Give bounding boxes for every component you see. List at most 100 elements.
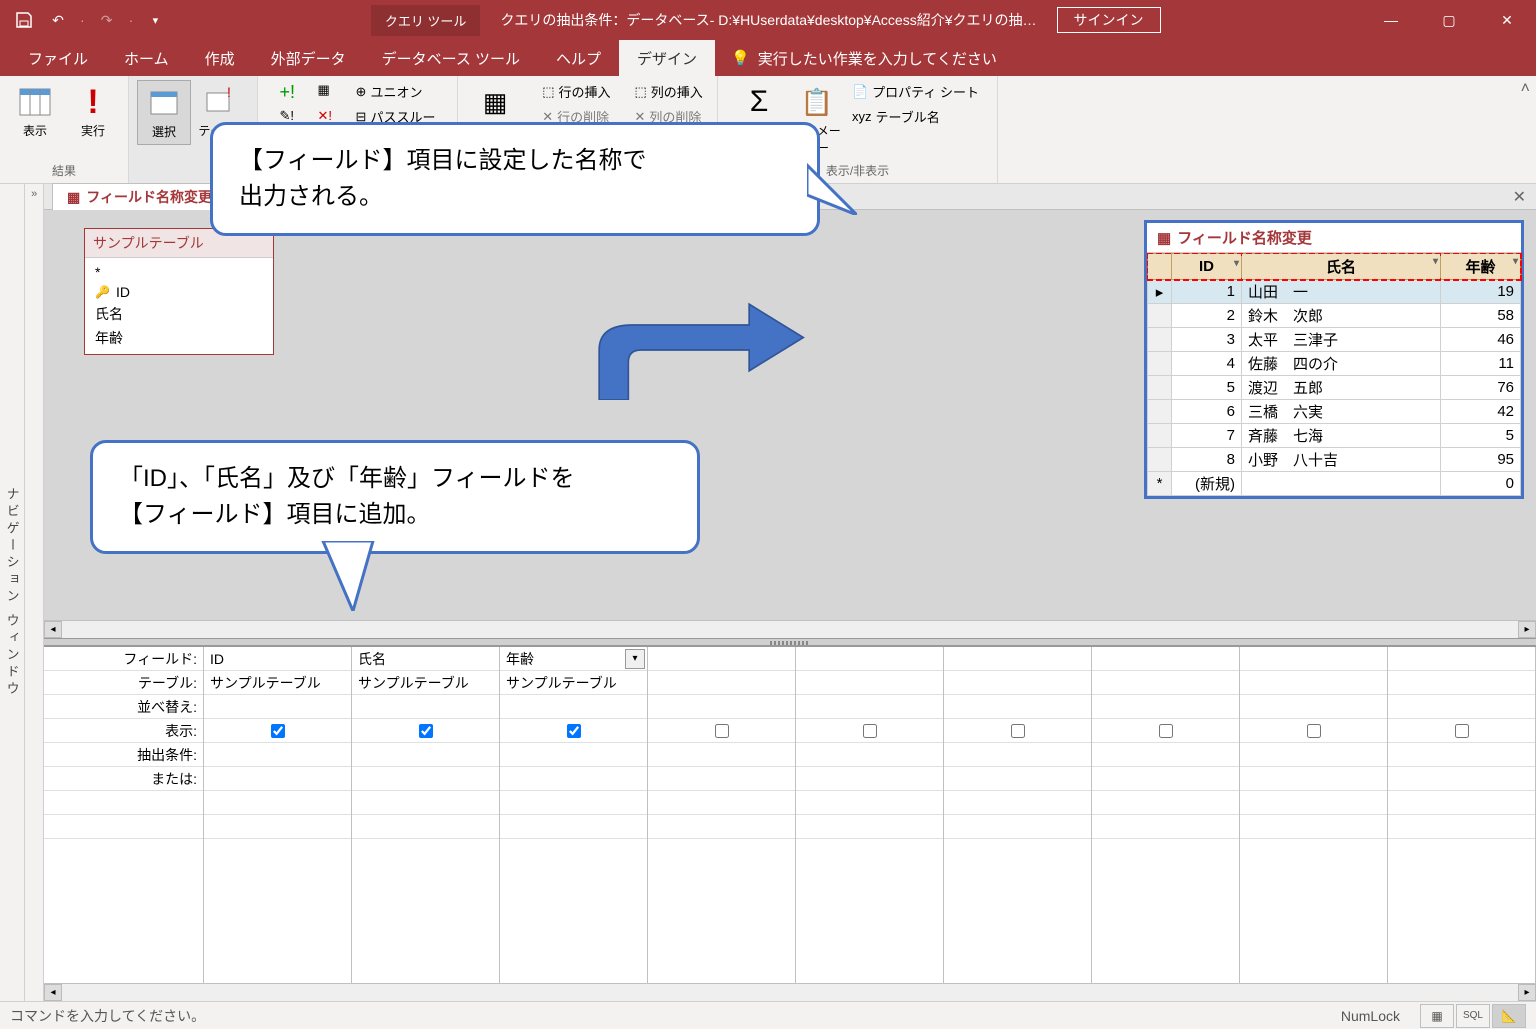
redo-icon[interactable]: ↷ — [91, 4, 123, 36]
field-cell[interactable]: 年齢 — [500, 647, 647, 671]
table-cell[interactable] — [1240, 671, 1387, 695]
tab-external[interactable]: 外部データ — [253, 40, 364, 77]
or-cell[interactable] — [204, 767, 351, 791]
criteria-cell[interactable] — [796, 743, 943, 767]
show-cell[interactable] — [1092, 719, 1239, 743]
design-view-icon[interactable]: 📐 — [1492, 1004, 1526, 1028]
view-button[interactable]: 表示 — [8, 80, 62, 143]
grid-column[interactable] — [944, 647, 1092, 983]
nav-pane-collapsed[interactable]: ナビゲーション ウィンドウ — [0, 184, 25, 1001]
show-cell[interactable] — [796, 719, 943, 743]
field-cell[interactable] — [1388, 647, 1535, 671]
maximize-icon[interactable]: ▢ — [1420, 0, 1478, 40]
show-cell[interactable] — [648, 719, 795, 743]
close-icon[interactable]: ✕ — [1478, 0, 1536, 40]
scroll-right-icon[interactable]: ▸ — [1518, 984, 1536, 1001]
canvas-scrollbar[interactable]: ◂ ▸ — [44, 620, 1536, 638]
show-checkbox[interactable] — [863, 724, 877, 738]
table-names-button[interactable]: xyzテーブル名 — [848, 105, 983, 128]
show-checkbox[interactable] — [1455, 724, 1469, 738]
field-cell[interactable]: 氏名 — [352, 647, 499, 671]
scroll-left-icon[interactable]: ◂ — [44, 621, 62, 638]
or-cell[interactable] — [1240, 767, 1387, 791]
grid-column[interactable]: 氏名 サンプルテーブル — [352, 647, 500, 983]
query-tab[interactable]: ▦ フィールド名称変更 — [52, 183, 227, 210]
field-cell[interactable] — [796, 647, 943, 671]
criteria-cell[interactable] — [648, 743, 795, 767]
sort-cell[interactable] — [1388, 695, 1535, 719]
show-table-button[interactable]: ▦ — [468, 80, 522, 124]
criteria-cell[interactable] — [1388, 743, 1535, 767]
table-cell[interactable]: サンプルテーブル — [352, 671, 499, 695]
table-row[interactable]: 6三橋 六実42 — [1148, 400, 1521, 424]
field-id[interactable]: 🔑ID — [85, 282, 273, 302]
select-query-button[interactable]: 選択 — [137, 80, 191, 145]
table-cell[interactable] — [1388, 671, 1535, 695]
grid-column[interactable] — [1092, 647, 1240, 983]
property-sheet-button[interactable]: 📄プロパティ シート — [848, 80, 983, 103]
show-checkbox[interactable] — [1307, 724, 1321, 738]
show-checkbox[interactable] — [567, 724, 581, 738]
minimize-icon[interactable]: — — [1362, 0, 1420, 40]
sort-cell[interactable] — [648, 695, 795, 719]
criteria-cell[interactable] — [204, 743, 351, 767]
tab-dbtools[interactable]: データベース ツール — [364, 40, 538, 77]
show-cell[interactable] — [944, 719, 1091, 743]
tab-help[interactable]: ヘルプ — [538, 40, 619, 77]
tab-home[interactable]: ホーム — [106, 40, 187, 77]
grid-column[interactable] — [796, 647, 944, 983]
criteria-cell[interactable] — [500, 743, 647, 767]
col-header-name[interactable]: 氏名▾ — [1242, 254, 1441, 280]
sql-view-icon[interactable]: SQL — [1456, 1004, 1490, 1028]
show-checkbox[interactable] — [271, 724, 285, 738]
field-cell[interactable] — [1240, 647, 1387, 671]
field-cell[interactable] — [648, 647, 795, 671]
grid-column[interactable] — [648, 647, 796, 983]
criteria-cell[interactable] — [1240, 743, 1387, 767]
field-age[interactable]: 年齢 — [85, 326, 273, 350]
sort-cell[interactable] — [500, 695, 647, 719]
show-cell[interactable] — [500, 719, 647, 743]
show-cell[interactable] — [204, 719, 351, 743]
grid-column[interactable]: 年齢 サンプルテーブル — [500, 647, 648, 983]
criteria-cell[interactable] — [352, 743, 499, 767]
insert-cols-button[interactable]: ⬚列の挿入 — [631, 80, 707, 103]
table-row[interactable]: 3太平 三津子46 — [1148, 328, 1521, 352]
scroll-left-icon[interactable]: ◂ — [44, 984, 62, 1001]
tell-me-search[interactable]: 💡 実行したい作業を入力してください — [715, 48, 1013, 69]
close-tab-icon[interactable]: ✕ — [1513, 187, 1526, 207]
table-row[interactable]: 4佐藤 四の介11 — [1148, 352, 1521, 376]
table-cell[interactable] — [796, 671, 943, 695]
col-header-id[interactable]: ID▾ — [1172, 254, 1242, 280]
splitter[interactable] — [44, 638, 1536, 646]
undo-icon[interactable]: ↶ — [42, 4, 74, 36]
table-row[interactable]: 8小野 八十吉95 — [1148, 448, 1521, 472]
save-icon[interactable] — [8, 4, 40, 36]
table-cell[interactable] — [1092, 671, 1239, 695]
table-row[interactable]: 2鈴木 次郎58 — [1148, 304, 1521, 328]
field-cell[interactable] — [1092, 647, 1239, 671]
grid-column[interactable] — [1388, 647, 1536, 983]
tab-file[interactable]: ファイル — [10, 40, 106, 77]
sort-cell[interactable] — [944, 695, 1091, 719]
table-cell[interactable] — [944, 671, 1091, 695]
sort-cell[interactable] — [204, 695, 351, 719]
field-cell[interactable]: ID — [204, 647, 351, 671]
or-cell[interactable] — [1092, 767, 1239, 791]
show-checkbox[interactable] — [715, 724, 729, 738]
field-cell[interactable] — [944, 647, 1091, 671]
criteria-cell[interactable] — [944, 743, 1091, 767]
field-name[interactable]: 氏名 — [85, 302, 273, 326]
new-row[interactable]: * (新規) 0 — [1148, 472, 1521, 496]
show-cell[interactable] — [1240, 719, 1387, 743]
show-checkbox[interactable] — [1159, 724, 1173, 738]
datasheet-view-icon[interactable]: ▦ — [1420, 1004, 1454, 1028]
table-cell[interactable] — [648, 671, 795, 695]
or-cell[interactable] — [796, 767, 943, 791]
collapse-ribbon-icon[interactable]: ˄ — [1521, 80, 1530, 98]
qat-customize-icon[interactable]: ▾ — [139, 4, 171, 36]
union-button[interactable]: ⊕ユニオン — [352, 80, 440, 103]
sort-cell[interactable] — [796, 695, 943, 719]
grid-column[interactable] — [1240, 647, 1388, 983]
show-checkbox[interactable] — [419, 724, 433, 738]
